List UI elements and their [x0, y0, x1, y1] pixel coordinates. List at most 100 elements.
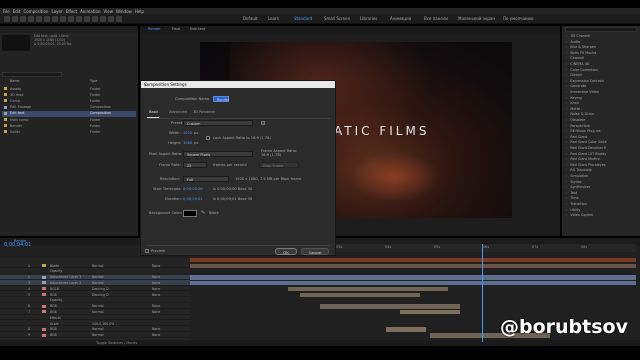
- menu-window[interactable]: Window: [116, 9, 132, 14]
- layer-mode[interactable]: Normal: [92, 264, 104, 268]
- pan-behind-tool-icon[interactable]: [52, 16, 58, 22]
- tab-basic[interactable]: Basic: [149, 110, 159, 114]
- roto-brush-tool-icon[interactable]: [108, 16, 114, 22]
- layer-name[interactable]: BG8: [50, 293, 57, 297]
- expand-arrow-icon[interactable]: ›: [566, 208, 567, 212]
- drop-frame-select[interactable]: Drop Frame: [259, 162, 299, 168]
- menu-animation[interactable]: Animation: [80, 9, 100, 14]
- project-item[interactable]: Comp Folder: [2, 98, 136, 104]
- camera-tool-icon[interactable]: [44, 16, 50, 22]
- project-search-input[interactable]: [2, 72, 62, 77]
- expand-arrow-icon[interactable]: ›: [566, 163, 567, 167]
- layer-name[interactable]: Adjustment Layer 2: [50, 281, 81, 285]
- effect-category[interactable]: › Red Giant MisFire: [566, 157, 600, 162]
- layer-parent[interactable]: None: [152, 264, 160, 268]
- layer-label-color[interactable]: [42, 287, 46, 291]
- workspace-small-screen[interactable]: Small Screen: [324, 16, 350, 21]
- menu-help[interactable]: Help: [135, 9, 144, 14]
- width-value[interactable]: 1920: [183, 131, 192, 135]
- layer-mode[interactable]: 100.0,100.0%: [92, 322, 114, 326]
- layer-name[interactable]: BG8: [50, 327, 57, 331]
- layer-mode[interactable]: Normal: [92, 310, 104, 314]
- effect-category[interactable]: › 3D Channel: [566, 34, 590, 39]
- effect-category[interactable]: › Text: [566, 191, 577, 196]
- selection-tool-icon[interactable]: [12, 16, 18, 22]
- effect-category[interactable]: › Transition: [566, 202, 587, 207]
- column-name[interactable]: Name: [10, 79, 19, 83]
- type-tool-icon[interactable]: [76, 16, 82, 22]
- effect-category[interactable]: › Distort: [566, 73, 582, 78]
- tab-3d-renderer[interactable]: 3D Renderer: [193, 110, 216, 114]
- layer-label-color[interactable]: [42, 322, 46, 325]
- layer-row[interactable]: Opacity: [0, 298, 190, 303]
- background-color-swatch[interactable]: [183, 210, 197, 217]
- layer-duration-bar[interactable]: [190, 263, 636, 268]
- expand-arrow-icon[interactable]: ›: [566, 124, 567, 128]
- layer-duration-bar[interactable]: [300, 292, 420, 297]
- layer-parent[interactable]: None: [152, 304, 160, 308]
- layer-row[interactable]: 5 BG8 Dancing D None: [0, 292, 190, 298]
- work-area-bar[interactable]: [190, 258, 636, 262]
- layer-duration-bar[interactable]: [400, 309, 460, 315]
- effect-category[interactable]: › Audio: [566, 40, 580, 45]
- expand-arrow-icon[interactable]: ›: [566, 34, 567, 38]
- menu-view[interactable]: View: [104, 9, 114, 14]
- expand-arrow-icon[interactable]: ›: [566, 45, 567, 49]
- expand-arrow-icon[interactable]: ›: [566, 51, 567, 55]
- layer-mode[interactable]: Normal: [92, 327, 104, 331]
- menu-file[interactable]: File: [3, 9, 10, 14]
- brush-tool-icon[interactable]: [84, 16, 90, 22]
- effect-category[interactable]: › Expression Controls: [566, 79, 604, 84]
- layer-name[interactable]: Blade: [50, 264, 59, 268]
- workspace-all-panels[interactable]: Все панели: [424, 16, 448, 21]
- effect-category[interactable]: › Red Giant Denoiser II: [566, 146, 606, 151]
- start-timecode-value[interactable]: 0;00;00;00: [183, 187, 203, 191]
- expand-arrow-icon[interactable]: ›: [566, 174, 567, 178]
- menu-edit[interactable]: Edit: [13, 9, 21, 14]
- close-icon[interactable]: ×: [144, 82, 332, 87]
- layer-name[interactable]: Scale: [50, 322, 59, 326]
- effect-category[interactable]: › Matte: [566, 107, 580, 112]
- project-item[interactable]: Main comp Folder: [2, 117, 136, 123]
- effect-category[interactable]: › Stylize: [566, 180, 582, 185]
- layer-row[interactable]: 9 BG8 Normal None: [0, 333, 190, 338]
- layer-row[interactable]: 2 Adjustment Layer 3 Normal None: [0, 274, 190, 280]
- effect-category[interactable]: › Red Giant: [566, 135, 587, 140]
- layer-name[interactable]: Adjustment Layer 3: [50, 275, 81, 279]
- expand-arrow-icon[interactable]: ›: [566, 213, 567, 217]
- effect-category[interactable]: › Generate: [566, 84, 586, 89]
- expand-arrow-icon[interactable]: ›: [566, 101, 567, 105]
- expand-arrow-icon[interactable]: ›: [566, 191, 567, 195]
- expand-arrow-icon[interactable]: ›: [566, 107, 567, 111]
- layer-parent[interactable]: None: [152, 281, 160, 285]
- effect-category[interactable]: › Video Copilot: [566, 213, 593, 218]
- layer-parent[interactable]: None: [152, 333, 160, 337]
- effect-category[interactable]: › Red Giant Color Suite: [566, 140, 607, 145]
- effect-category[interactable]: › Synthesizer: [566, 185, 590, 190]
- expand-arrow-icon[interactable]: ›: [566, 96, 567, 100]
- layer-parent[interactable]: None: [152, 310, 160, 314]
- layer-duration-bar[interactable]: [190, 280, 636, 286]
- mask-tool-icon[interactable]: [60, 16, 66, 22]
- expand-arrow-icon[interactable]: ›: [566, 196, 567, 200]
- pixel-aspect-select[interactable]: Square Pixels: [183, 151, 253, 157]
- duration-value[interactable]: 0;00;09;01: [183, 197, 203, 201]
- viewer-tab-render[interactable]: Render: [148, 27, 161, 31]
- expand-arrow-icon[interactable]: ›: [566, 68, 567, 72]
- layer-name[interactable]: Opacity: [50, 298, 62, 302]
- effect-category[interactable]: › Keying: [566, 96, 582, 101]
- expand-arrow-icon[interactable]: ›: [566, 84, 567, 88]
- resolution-select[interactable]: Full: [183, 176, 229, 182]
- layer-name[interactable]: Opacity: [50, 269, 62, 273]
- expand-arrow-icon[interactable]: ›: [566, 157, 567, 161]
- project-item[interactable]: Assets Folder: [2, 86, 136, 92]
- layer-name[interactable]: Effects: [50, 316, 61, 320]
- comp-name-input[interactable]: Render: [213, 96, 229, 102]
- layer-label-color[interactable]: [42, 333, 46, 337]
- layer-mode[interactable]: Normal: [92, 304, 104, 308]
- height-value[interactable]: 1080: [183, 141, 192, 145]
- pen-tool-icon[interactable]: [68, 16, 74, 22]
- project-item[interactable]: Solids Folder: [2, 129, 136, 135]
- expand-arrow-icon[interactable]: ›: [566, 152, 567, 156]
- effect-category[interactable]: › Noise & Grain: [566, 112, 594, 117]
